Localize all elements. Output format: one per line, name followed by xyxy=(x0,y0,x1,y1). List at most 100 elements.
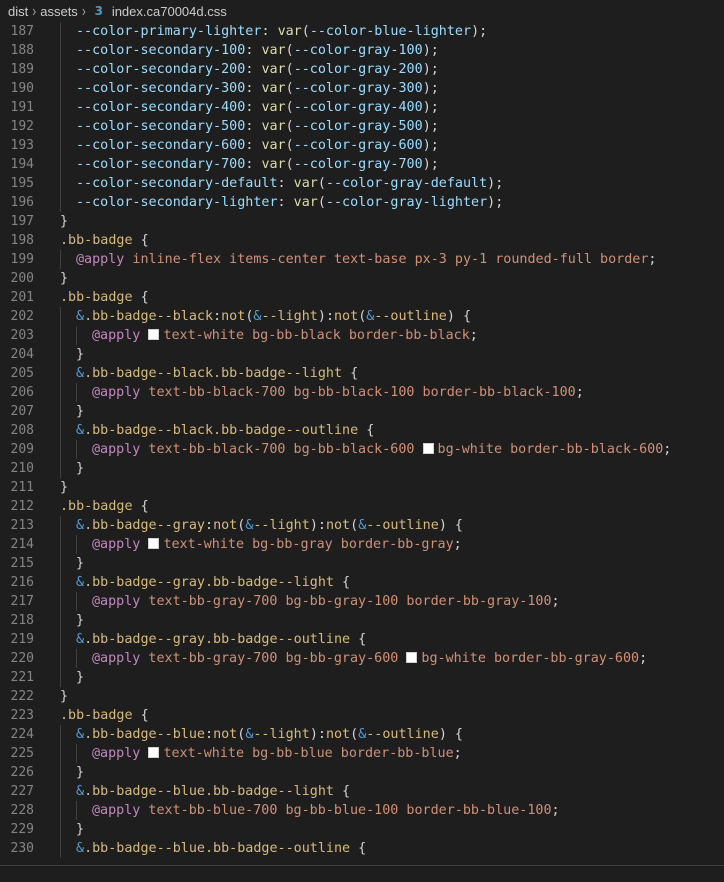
breadcrumb-item-file[interactable]: index.ca70004d.css xyxy=(112,4,227,19)
code-text: } xyxy=(76,820,84,839)
code-line[interactable]: 193 --color-secondary-600: var(--color-gr… xyxy=(0,136,724,155)
code-line[interactable]: 201 .bb-badge { xyxy=(0,288,724,307)
line-number: 218 xyxy=(10,613,34,628)
code-line[interactable]: 192 --color-secondary-500: var(--color-gr… xyxy=(0,117,724,136)
code-line[interactable]: 202 &.bb-badge--black:not(&--light):not(&… xyxy=(0,307,724,326)
line-number: 219 xyxy=(10,632,34,647)
code-line[interactable]: 215} xyxy=(0,554,724,573)
line-number: 211 xyxy=(10,480,34,495)
code-line[interactable]: 220 @apply text-bb-gray-700 bg-bb-gray-60… xyxy=(0,649,724,668)
code-line[interactable]: 206 @apply text-bb-black-700 bg-bb-black-… xyxy=(0,383,724,402)
code-line[interactable]: 208 &.bb-badge--black.bb-badge--outline { xyxy=(0,421,724,440)
color-swatch-icon[interactable] xyxy=(148,329,160,340)
color-swatch-icon[interactable] xyxy=(148,747,160,758)
code-text: } xyxy=(60,478,68,497)
code-line[interactable]: 216 &.bb-badge--gray.bb-badge--light { xyxy=(0,573,724,592)
code-line[interactable]: 229} xyxy=(0,820,724,839)
code-line[interactable]: 225 @apply text-white bg-bb-blue border-b… xyxy=(0,744,724,763)
code-line[interactable]: 213 &.bb-badge--gray:not(&--light):not(&-… xyxy=(0,516,724,535)
color-swatch-icon[interactable] xyxy=(148,538,160,549)
code-line[interactable]: 230 &.bb-badge--blue.bb-badge--outline { xyxy=(0,839,724,858)
code-token: : xyxy=(245,138,262,153)
code-line[interactable]: 203 @apply text-white bg-bb-black border-… xyxy=(0,326,724,345)
code-line[interactable]: 211} xyxy=(0,478,724,497)
code-line[interactable]: 228 @apply text-bb-blue-700 bg-bb-blue-10… xyxy=(0,801,724,820)
code-text: &.bb-badge--black.bb-badge--light { xyxy=(76,364,358,383)
code-line[interactable]: 187 --color-primary-lighter: var(--color-… xyxy=(0,22,724,41)
indent-guide xyxy=(60,744,61,763)
code-line[interactable]: 224 &.bb-badge--blue:not(&--light):not(&-… xyxy=(0,725,724,744)
line-number: 190 xyxy=(10,81,34,96)
code-line[interactable]: 188 --color-secondary-100: var(--color-gr… xyxy=(0,41,724,60)
code-line[interactable]: 195 --color-secondary-default: var(--colo… xyxy=(0,174,724,193)
code-line[interactable]: 196 --color-secondary-lighter: var(--colo… xyxy=(0,193,724,212)
indent-guide xyxy=(76,801,77,820)
color-swatch-icon[interactable] xyxy=(406,652,418,663)
code-line[interactable]: 212 .bb-badge { xyxy=(0,497,724,516)
code-token: .bb-badge--blue.bb-badge--outline xyxy=(84,841,351,856)
code-token: ; xyxy=(551,594,560,609)
indent-guide xyxy=(60,60,61,79)
code-line[interactable]: 221} xyxy=(0,668,724,687)
code-token: : xyxy=(245,119,262,134)
code-line[interactable]: 217 @apply text-bb-gray-700 bg-bb-gray-10… xyxy=(0,592,724,611)
line-number: 224 xyxy=(10,727,34,742)
code-token: : xyxy=(325,309,334,324)
code-token: .bb-badge xyxy=(60,233,133,248)
indent-guide xyxy=(60,668,61,687)
code-line[interactable]: 200} xyxy=(0,269,724,288)
code-text: @apply text-bb-black-700 bg-bb-black-100… xyxy=(92,383,584,402)
line-number: 200 xyxy=(10,271,34,286)
code-line[interactable]: 209 @apply text-bb-black-700 bg-bb-black-… xyxy=(0,440,724,459)
code-token: --color-secondary-lighter xyxy=(76,195,278,210)
code-token: --color-gray-lighter xyxy=(325,195,488,210)
code-token: --light xyxy=(253,727,310,742)
indent-guide xyxy=(60,573,61,592)
code-token: .bb-badge--blue xyxy=(84,727,205,742)
code-line[interactable]: 227 &.bb-badge--blue.bb-badge--light { xyxy=(0,782,724,801)
code-line[interactable]: 214 @apply text-white bg-bb-gray border-b… xyxy=(0,535,724,554)
code-token: ( xyxy=(301,24,310,39)
code-text: &.bb-badge--gray.bb-badge--outline { xyxy=(76,630,366,649)
code-line[interactable]: 207} xyxy=(0,402,724,421)
code-line[interactable]: 204} xyxy=(0,345,724,364)
code-line[interactable]: 218} xyxy=(0,611,724,630)
indent-guide xyxy=(76,326,77,345)
line-number: 193 xyxy=(10,138,34,153)
code-text: .bb-badge { xyxy=(60,706,149,725)
indent-guide xyxy=(60,421,61,440)
color-swatch-icon[interactable] xyxy=(422,443,434,454)
code-token: } xyxy=(76,556,85,571)
code-line[interactable]: 194 --color-secondary-700: var(--color-gr… xyxy=(0,155,724,174)
code-line[interactable]: 189 --color-secondary-200: var(--color-gr… xyxy=(0,60,724,79)
code-token: ); xyxy=(487,195,504,210)
code-line[interactable]: 199 @apply inline-flex items-center text-… xyxy=(0,250,724,269)
code-line[interactable]: 222} xyxy=(0,687,724,706)
code-line[interactable]: 210} xyxy=(0,459,724,478)
code-token: ( xyxy=(285,138,294,153)
code-token: : xyxy=(245,62,262,77)
code-line[interactable]: 197} xyxy=(0,212,724,231)
code-line[interactable]: 226} xyxy=(0,763,724,782)
code-line[interactable]: 191 --color-secondary-400: var(--color-gr… xyxy=(0,98,724,117)
code-editor[interactable]: 187 --color-primary-lighter: var(--color-… xyxy=(0,22,724,865)
code-line[interactable]: 198 .bb-badge { xyxy=(0,231,724,250)
code-token: { xyxy=(132,499,149,514)
code-token: : xyxy=(205,727,214,742)
code-token: { xyxy=(132,290,149,305)
code-token: : xyxy=(317,727,326,742)
code-token: --light xyxy=(261,309,318,324)
breadcrumb-item-assets[interactable]: assets xyxy=(40,4,78,19)
code-line[interactable]: 223 .bb-badge { xyxy=(0,706,724,725)
code-text: --color-primary-lighter: var(--color-blu… xyxy=(76,22,487,41)
code-line[interactable]: 205 &.bb-badge--black.bb-badge--light { xyxy=(0,364,724,383)
code-line[interactable]: 219 &.bb-badge--gray.bb-badge--outline { xyxy=(0,630,724,649)
code-text: --color-secondary-600: var(--color-gray-… xyxy=(76,136,439,155)
code-token: ); xyxy=(422,100,439,115)
code-token: & xyxy=(76,423,85,438)
code-line[interactable]: 190 --color-secondary-300: var(--color-gr… xyxy=(0,79,724,98)
code-token: } xyxy=(60,271,69,286)
code-token: { xyxy=(333,575,351,590)
breadcrumb-item-dist[interactable]: dist xyxy=(8,4,28,19)
